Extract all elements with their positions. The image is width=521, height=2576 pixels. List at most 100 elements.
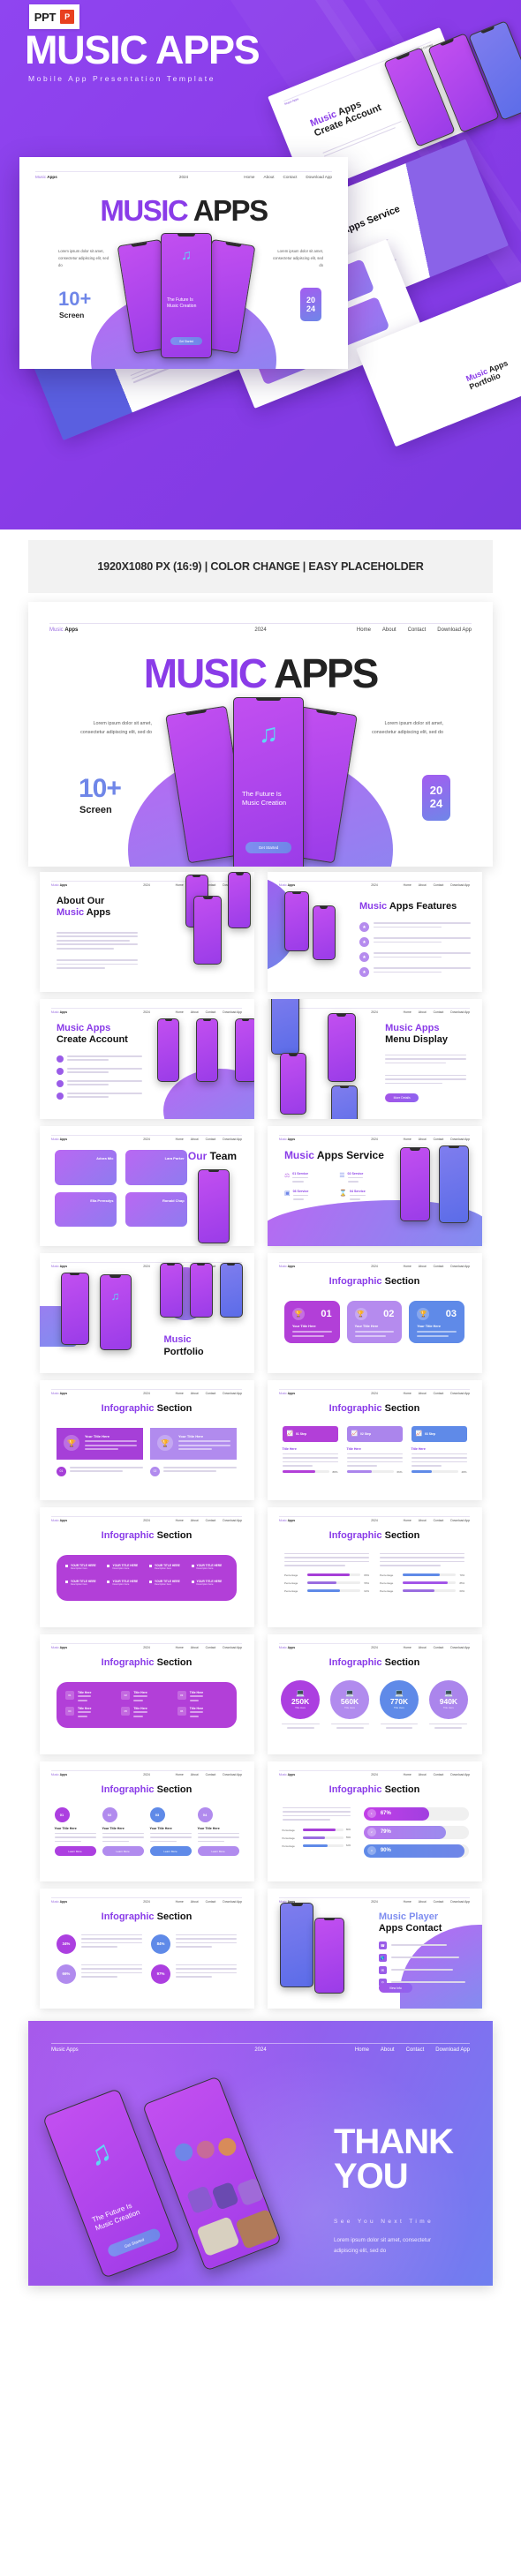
list-item: 01 Title Here <box>64 1691 116 1703</box>
stat-item[interactable]: 💻 770K Title Here <box>377 1679 422 1729</box>
learn-more-button[interactable]: Learn More <box>54 1846 96 1857</box>
team-card[interactable]: Lara Parker <box>125 1150 188 1185</box>
chart-icon: 📈 <box>415 1431 422 1438</box>
list-item: 06 Title Here <box>177 1707 228 1719</box>
slide-info-chips-3[interactable]: Music Apps 2024 Home About Contact Download… <box>267 1380 482 1500</box>
slide-info-cards-2[interactable]: Music Apps 2024 Home About Contact Download… <box>39 1380 254 1500</box>
stat-value: 250K <box>291 1697 310 1707</box>
info-card[interactable]: 🏆 Your Title Here <box>150 1428 238 1461</box>
circle-stat[interactable]: 34% <box>56 1934 142 1954</box>
slide-grid: Music Apps 2024 HomeAboutContactDownload… <box>0 867 521 2009</box>
step-item[interactable]: 04 Your Title Here Learn More <box>197 1806 239 1857</box>
learn-more-button[interactable]: Learn More <box>149 1846 192 1857</box>
heading-plain: APPS <box>274 650 379 696</box>
list-item: YOUR TITLE HERE Description here <box>149 1580 186 1592</box>
team-card[interactable]: Ella Prensdys <box>54 1191 117 1228</box>
step-number: 02 <box>102 1806 117 1822</box>
info-card[interactable]: 🏆 Your Title Here <box>56 1428 143 1461</box>
nav-download-app[interactable]: Download App <box>437 627 472 633</box>
badge: 01 <box>56 1466 66 1476</box>
slide-info-steps-4[interactable]: Music Apps 2024 Home About Contact Download… <box>39 1761 254 1881</box>
step-number: 04 <box>197 1806 213 1822</box>
bar-value: 90% <box>380 1848 391 1854</box>
learn-more-button[interactable]: Learn More <box>102 1846 144 1857</box>
slide-title-plain: Apps Features <box>389 900 457 912</box>
more-details-button[interactable]: More Details <box>385 1093 419 1103</box>
info-card[interactable]: 🏆 01 Your Title Here <box>283 1301 340 1344</box>
slide-about[interactable]: Music Apps 2024 HomeAboutContactDownload… <box>39 872 254 992</box>
phone-mockup-center: ♫ The Future Is Music Creation Get Start… <box>233 697 304 867</box>
bar-number: 3 <box>366 1846 376 1856</box>
learn-more-button[interactable]: Learn More <box>197 1846 239 1857</box>
info-card[interactable]: 🏆 03 Your Title Here <box>409 1301 465 1344</box>
slide-info-circle-stats[interactable]: Music Apps 2024 Home About Contact Download… <box>267 1634 482 1754</box>
circle-stat[interactable]: 66% <box>56 1964 142 1984</box>
globe-icon: 🌎 <box>378 1953 387 1962</box>
music-note-icon: ♫ <box>110 1289 120 1303</box>
slide-service[interactable]: Music Apps 2024 Home About Contact Download… <box>267 1126 482 1246</box>
thank-you-subtitle: See You Next Time <box>334 2219 434 2225</box>
slide-info-circles-4[interactable]: Music Apps 2024 Home About Contact Download… <box>39 1889 254 2009</box>
get-started-button[interactable]: Get Started <box>106 2227 162 2258</box>
stat-item[interactable]: 💻 940K Title Here <box>426 1679 471 1729</box>
info-chip-column[interactable]: 📈 02 Step Title Here 66% <box>346 1425 403 1474</box>
slide-create-account[interactable]: Music Apps 2024 Home About Contact Download… <box>39 999 254 1119</box>
stat-item[interactable]: 💻 560K Title Here <box>328 1679 373 1729</box>
list-item: 03 Title Here <box>177 1691 228 1703</box>
heading-accent: MUSIC <box>143 650 268 696</box>
slide-title-plain: Menu Display <box>385 1034 449 1046</box>
stat-item[interactable]: 💻 250K Title Here <box>278 1679 323 1729</box>
nav-about[interactable]: About <box>381 2047 395 2053</box>
info-card[interactable]: 🏆 02 Your Title Here <box>346 1301 403 1344</box>
feature-icon: ★ <box>359 952 369 963</box>
nav-home[interactable]: Home <box>357 627 371 633</box>
slide-menu-display[interactable]: Music Apps 2024 HomeAboutContactDownload… <box>267 999 482 1119</box>
slide-info-block-8[interactable]: Music Apps 2024 Home About Contact Download… <box>39 1507 254 1627</box>
team-card[interactable]: Ronald Chap <box>125 1191 188 1228</box>
info-chip-column[interactable]: 📈 01 Step Title Here 88% <box>282 1425 338 1474</box>
list-item: YOUR TITLE HERE Description here <box>64 1564 102 1576</box>
divider <box>49 623 472 624</box>
slide-title-plain: Apps Service <box>316 1148 384 1161</box>
nav-download-app[interactable]: Download App <box>435 2047 470 2053</box>
percent-circle: 97% <box>151 1964 170 1984</box>
slide-info-cards-3[interactable]: Music Apps 2024 Home About Contact Download… <box>267 1253 482 1373</box>
trophy-icon: 🏆 <box>157 1435 173 1452</box>
slide-info-bars-2col[interactable]: Music Apps 2024 Home About Contact Download… <box>267 1507 482 1627</box>
get-started-button[interactable]: Get Started <box>245 842 291 853</box>
ppt-label: PPT <box>34 10 57 24</box>
slide-features[interactable]: Music Apps 2024 Home About Contact Download… <box>267 872 482 992</box>
nav-contact[interactable]: Contact <box>406 2047 425 2053</box>
feature-icon: ★ <box>359 967 369 978</box>
team-card[interactable]: Adora Mic <box>54 1150 117 1185</box>
nav-about[interactable]: About <box>382 627 396 633</box>
circle-stat[interactable]: 84% <box>151 1934 238 1954</box>
slide-our-team[interactable]: Music Apps 2024 Home About Contact Download… <box>39 1126 254 1246</box>
step-item[interactable]: 03 Your Title Here Learn More <box>149 1806 192 1857</box>
slide-title-plain: Create Account <box>56 1034 128 1046</box>
slide-row: Music Apps 2024 HomeAboutContactDownload… <box>0 1507 521 1627</box>
percent-circle: 84% <box>151 1934 170 1954</box>
nav-home[interactable]: Home <box>355 2047 369 2053</box>
list-item: YOUR TITLE HERE Description here <box>191 1580 229 1592</box>
percent-circle: 34% <box>56 1934 76 1954</box>
step-item[interactable]: 02 Your Title Here Learn More <box>102 1806 144 1857</box>
slide-info-bigbars[interactable]: Music Apps 2024 Home About Contact Download… <box>267 1761 482 1881</box>
nav-contact[interactable]: Contact <box>408 627 427 633</box>
step-title: Your Title Here <box>149 1826 172 1830</box>
list-item: YOUR TITLE HERE Description here <box>107 1564 144 1576</box>
slide-contact[interactable]: Music Apps 2024 Home About Contact Download… <box>267 1889 482 2009</box>
circle-stat[interactable]: 97% <box>151 1964 238 1984</box>
stat-label: Title Here <box>344 1706 356 1710</box>
clipboard-icon: ▣ <box>283 1190 291 1197</box>
spec-bar: 1920X1080 PX (16:9) | COLOR CHANGE | EAS… <box>0 529 521 602</box>
info-chip-column[interactable]: 📈 03 Step Title Here 48% <box>411 1425 467 1474</box>
view-info-button[interactable]: View Info <box>378 1983 412 1994</box>
title-slide-right-text: Lorem ipsum dolor sit amet, consectetur … <box>372 721 443 736</box>
step-item[interactable]: 01 Your Title Here Learn More <box>54 1806 96 1857</box>
slide-portfolio[interactable]: Music Apps 2024 HomeAboutContactDownload… <box>39 1253 254 1373</box>
card-number: 02 <box>383 1309 395 1320</box>
slide-info-block-6[interactable]: Music Apps 2024 Home About Contact Download… <box>39 1634 254 1754</box>
card-title: Your Title Here <box>84 1434 110 1439</box>
book-icon: ☰ <box>339 1172 345 1179</box>
